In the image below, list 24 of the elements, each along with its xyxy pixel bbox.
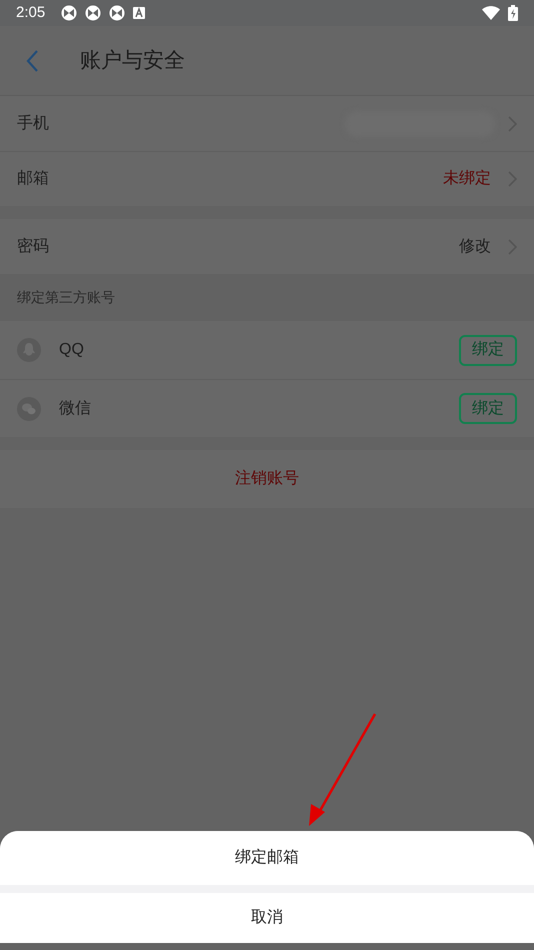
sheet-option[interactable]: 绑定邮箱 <box>0 831 534 885</box>
section-heading: 绑定第三方账号 <box>17 288 115 307</box>
delete-account-button[interactable]: 注销账号 <box>0 450 534 508</box>
row-value: 未绑定 <box>443 168 491 189</box>
settings-row[interactable]: 密码 修改 <box>0 219 534 274</box>
cancel-button[interactable]: 取消 <box>0 893 534 943</box>
account-name: QQ <box>59 340 84 360</box>
chat-bubbles-icon <box>17 396 41 420</box>
notification-icon <box>61 5 78 21</box>
row-label: 手机 <box>17 114 49 134</box>
notification-icon <box>109 5 126 21</box>
battery-icon <box>508 5 518 21</box>
row-label: 邮箱 <box>17 168 49 189</box>
bind-button[interactable]: 绑定 <box>459 393 517 424</box>
clock: 2:05 <box>16 2 46 23</box>
row-value: 修改 <box>459 236 491 256</box>
settings-row[interactable]: 邮箱 未绑定 <box>0 151 534 206</box>
bind-button[interactable]: 绑定 <box>459 334 517 366</box>
account-name: 微信 <box>59 398 91 418</box>
wifi-icon <box>482 6 500 20</box>
page-title: 账户与安全 <box>80 48 185 74</box>
notification-icon <box>85 5 102 21</box>
keyboard-letter-icon <box>133 7 146 19</box>
row-label: 密码 <box>17 236 49 256</box>
